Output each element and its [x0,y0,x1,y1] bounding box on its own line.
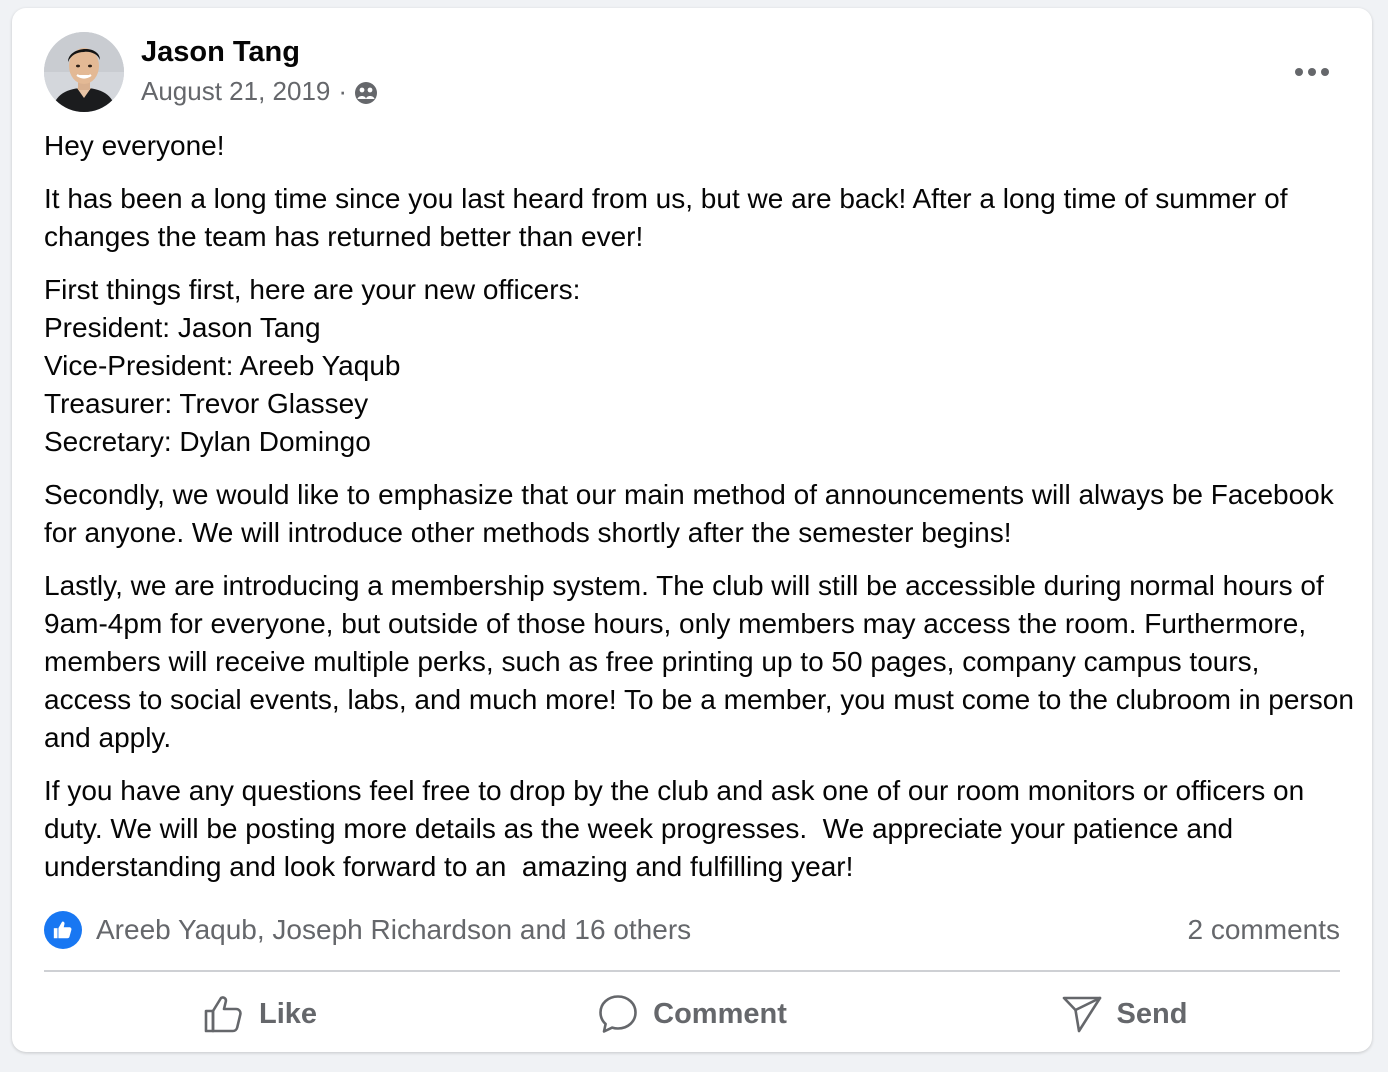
comment-bubble-icon [599,995,637,1033]
more-options-button[interactable] [1284,50,1340,94]
post-paragraph: First things first, here are your new of… [44,274,581,457]
post-paragraph: Hey everyone! [44,130,225,161]
friends-icon[interactable] [353,80,379,106]
like-button[interactable]: Like [44,980,476,1048]
divider [44,970,1340,972]
send-label: Send [1116,997,1188,1030]
post-paragraph: Secondly, we would like to emphasize tha… [44,479,1342,548]
author-avatar[interactable] [44,32,124,112]
author-name[interactable]: Jason Tang [141,36,300,69]
post-paragraph: It has been a long time since you last h… [44,183,1296,252]
like-reaction-icon [44,911,82,949]
send-icon [1062,996,1101,1033]
send-button[interactable]: Send [908,980,1340,1048]
reaction-summary: Areeb Yaqub, Joseph Richardson and 16 ot… [44,910,1340,950]
action-bar: Like Comment Send [44,980,1340,1048]
post-body: Hey everyone! It has been a long time si… [44,127,1354,901]
post-date[interactable]: August 21, 2019 [141,76,330,107]
post-card: Jason Tang August 21, 2019 · Hey everyon… [12,8,1372,1052]
post-paragraph: If you have any questions feel free to d… [44,775,1312,882]
reactors-link[interactable]: Areeb Yaqub, Joseph Richardson and 16 ot… [44,911,691,949]
post-header: Jason Tang August 21, 2019 · [44,32,1340,114]
reactors-text: Areeb Yaqub, Joseph Richardson and 16 ot… [96,914,692,945]
profile-photo [44,32,124,112]
comment-button[interactable]: Comment [476,980,908,1048]
more-options-icon [1295,68,1329,76]
post-meta: August 21, 2019 · [141,76,379,107]
comments-count-link[interactable]: 2 comments [1188,914,1341,946]
thumbs-up-icon [204,996,242,1033]
meta-separator: · [338,76,348,106]
comment-label: Comment [653,997,787,1030]
like-label: Like [258,997,318,1030]
post-paragraph: Lastly, we are introducing a membership … [44,570,1362,753]
